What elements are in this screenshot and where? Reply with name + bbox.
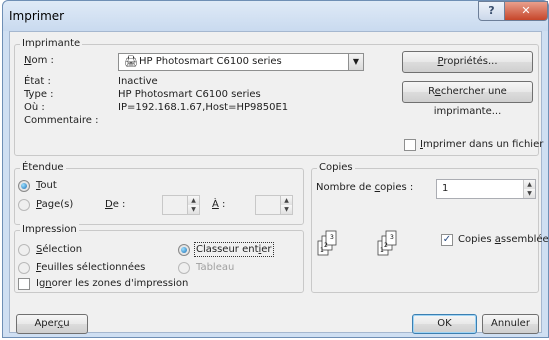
svg-text:3: 3: [390, 234, 394, 241]
print-to-file-checkbox[interactable]: [404, 139, 416, 151]
table-label: Tableau: [196, 262, 235, 273]
table-radio[interactable]: [178, 262, 190, 274]
status-value: Inactive: [118, 76, 158, 87]
selection-label: Sélection: [36, 244, 83, 255]
svg-text:3: 3: [330, 234, 334, 241]
printer-group-label: Imprimante: [20, 38, 83, 49]
spin-down-icon[interactable]: ▼: [187, 205, 199, 214]
range-all-label: Tout: [36, 180, 57, 191]
spin-up-icon[interactable]: ▲: [280, 196, 292, 205]
close-button[interactable]: ✕: [504, 1, 548, 21]
range-group-label: Étendue: [20, 162, 66, 173]
range-from-spinner[interactable]: ▲ ▼: [162, 195, 200, 215]
status-label: État :: [24, 76, 51, 87]
range-group: Étendue Tout Page(s) De : ▲ ▼ À : ▲ ▼: [14, 162, 304, 225]
cancel-button[interactable]: Annuler: [482, 314, 539, 334]
sheets-label: Feuilles sélectionnées: [36, 262, 146, 273]
range-to-label: À :: [212, 199, 226, 210]
ignore-print-areas-label: Ignorer les zones d'impression: [36, 278, 189, 289]
printer-select[interactable]: 🖨 HP Photosmart C6100 series ▼: [118, 53, 364, 71]
window-title: Imprimer: [9, 9, 65, 23]
copies-count-value: 1: [442, 183, 449, 194]
collate-checkbox[interactable]: ✓: [441, 234, 453, 246]
printer-select-value: HP Photosmart C6100 series: [139, 56, 282, 67]
collate-pages-icon: 123 123: [317, 230, 397, 256]
title-bar: Imprimer ? ✕: [3, 1, 548, 31]
range-to-spinner[interactable]: ▲ ▼: [255, 195, 293, 215]
ok-button[interactable]: OK: [412, 314, 477, 334]
copies-count-label: Nombre de copies :: [316, 182, 414, 193]
collate-label: Copies assemblées: [458, 234, 549, 245]
copies-count-spinner[interactable]: 1 ▲ ▼: [436, 179, 536, 199]
print-dialog: Imprimer ? ✕ Imprimante Nom : 🖨 HP Photo…: [2, 0, 549, 338]
workbook-label: Classeur entier: [194, 242, 274, 257]
spin-down-icon[interactable]: ▼: [280, 205, 292, 214]
chevron-down-icon[interactable]: ▼: [348, 54, 363, 70]
printer-name-label: Nom :: [24, 55, 54, 66]
dialog-content: Imprimante Nom : 🖨 HP Photosmart C6100 s…: [9, 31, 549, 334]
print-what-group: Impression Sélection Classeur entier Feu…: [14, 224, 304, 293]
preview-button[interactable]: Aperçu: [16, 314, 88, 334]
type-label: Type :: [24, 89, 54, 100]
print-to-file-label: Imprimer dans un fichier: [420, 139, 544, 150]
printer-group: Imprimante Nom : 🖨 HP Photosmart C6100 s…: [14, 38, 543, 156]
ignore-print-areas-checkbox[interactable]: [18, 278, 30, 290]
spin-up-icon[interactable]: ▲: [523, 180, 535, 189]
range-pages-label: Page(s): [36, 199, 74, 210]
range-pages-radio[interactable]: [18, 199, 30, 211]
comment-label: Commentaire :: [24, 115, 99, 126]
range-from-label: De :: [105, 199, 126, 210]
copies-group: Copies Nombre de copies : 1 ▲ ▼ 123 123 …: [311, 162, 549, 293]
sheets-radio[interactable]: [18, 262, 30, 274]
svg-text:2: 2: [324, 242, 328, 249]
range-all-radio[interactable]: [18, 180, 30, 192]
type-value: HP Photosmart C6100 series: [118, 89, 261, 100]
where-value: IP=192.168.1.67,Host=HP9850E1: [118, 102, 289, 113]
print-what-group-label: Impression: [20, 224, 79, 235]
copies-group-label: Copies: [317, 162, 355, 173]
find-printer-button[interactable]: Rechercher une imprimante...: [402, 81, 533, 117]
printer-icon: 🖨: [124, 55, 138, 68]
workbook-radio[interactable]: [178, 244, 190, 256]
spin-down-icon[interactable]: ▼: [523, 189, 535, 198]
where-label: Où :: [24, 102, 45, 113]
svg-text:2: 2: [384, 242, 388, 249]
properties-button[interactable]: Propriétés...: [402, 51, 533, 73]
help-button[interactable]: ?: [478, 1, 505, 21]
spin-up-icon[interactable]: ▲: [187, 196, 199, 205]
selection-radio[interactable]: [18, 244, 30, 256]
